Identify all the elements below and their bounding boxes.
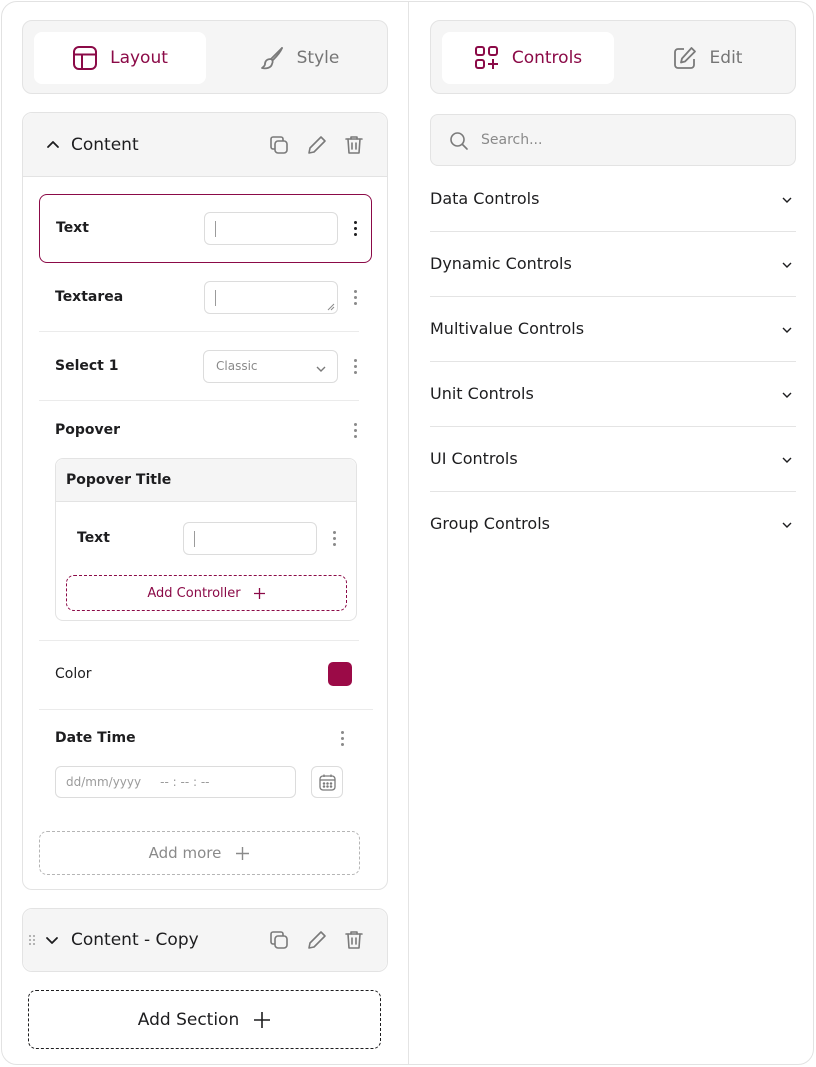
- accordion-data-controls[interactable]: Data Controls: [430, 167, 796, 232]
- more-options-icon[interactable]: [349, 421, 361, 441]
- popover-panel: Popover Title Text Add Controller: [55, 458, 357, 621]
- section-card-content: Content Text Textarea Select 1 Classic P…: [22, 112, 388, 890]
- row-divider: [39, 400, 359, 401]
- accordion-label: Dynamic Controls: [430, 254, 572, 273]
- more-options-icon[interactable]: [349, 219, 361, 239]
- row-divider: [39, 331, 359, 332]
- select-value: Classic: [216, 359, 258, 373]
- textarea-control-label: Textarea: [55, 289, 124, 305]
- plus-icon: [254, 1011, 271, 1028]
- section-header[interactable]: Content - Copy: [23, 909, 387, 971]
- add-section-label: Add Section: [137, 1009, 240, 1030]
- chevron-down-icon: [782, 457, 792, 463]
- left-tabbar: Layout Style: [22, 20, 388, 94]
- select-dropdown[interactable]: Classic: [203, 350, 338, 383]
- accordion-multivalue-controls[interactable]: Multivalue Controls: [430, 297, 796, 362]
- edit-pencil-icon[interactable]: [306, 929, 328, 951]
- chevron-down-icon[interactable]: [41, 929, 63, 951]
- plus-icon: [253, 587, 265, 599]
- datetime-input[interactable]: dd/mm/yyyy -- : -- : --: [55, 766, 296, 798]
- tab-layout[interactable]: Layout: [34, 32, 206, 84]
- chevron-down-icon: [782, 392, 792, 398]
- tab-layout-label: Layout: [110, 48, 168, 68]
- tab-style-label: Style: [296, 48, 340, 68]
- text-input[interactable]: [204, 212, 338, 245]
- search-icon: [450, 132, 468, 150]
- accordion-label: Data Controls: [430, 189, 540, 208]
- edit-icon: [672, 45, 698, 71]
- add-more-label: Add more: [148, 844, 222, 862]
- accordion-label: UI Controls: [430, 449, 518, 468]
- row-divider: [39, 640, 359, 641]
- popover-text-label: Text: [77, 530, 110, 546]
- chevron-down-icon: [782, 197, 792, 203]
- text-control-label: Text: [56, 220, 89, 236]
- chevron-up-icon[interactable]: [42, 134, 64, 156]
- datetime-control-label: Date Time: [55, 730, 136, 746]
- accordion-dynamic-controls[interactable]: Dynamic Controls: [430, 232, 796, 297]
- duplicate-icon[interactable]: [268, 134, 290, 156]
- tab-edit[interactable]: Edit: [621, 32, 793, 84]
- color-swatch[interactable]: [328, 662, 352, 686]
- accordion-label: Multivalue Controls: [430, 319, 585, 338]
- add-controller-label: Add Controller: [147, 585, 241, 601]
- popover-text-input[interactable]: [183, 522, 317, 555]
- more-options-icon[interactable]: [349, 357, 361, 377]
- popover-panel-header: Popover Title: [56, 459, 356, 502]
- edit-pencil-icon[interactable]: [306, 134, 328, 156]
- text-caret: [215, 221, 216, 237]
- add-controller-button[interactable]: Add Controller: [66, 575, 347, 611]
- trash-icon[interactable]: [343, 134, 365, 156]
- trash-icon[interactable]: [343, 929, 365, 951]
- add-more-button[interactable]: Add more: [39, 831, 360, 875]
- accordion-unit-controls[interactable]: Unit Controls: [430, 362, 796, 427]
- popover-title: Popover Title: [66, 472, 172, 488]
- app-frame: Layout Style Content Text Textarea Selec…: [1, 1, 814, 1065]
- search-placeholder: Search...: [481, 132, 543, 148]
- accordion-ui-controls[interactable]: UI Controls: [430, 427, 796, 492]
- calendar-button[interactable]: [311, 766, 343, 798]
- popover-text-caret: [194, 531, 195, 547]
- plus-icon: [236, 846, 250, 860]
- tab-controls-label: Controls: [511, 48, 583, 68]
- add-section-button[interactable]: Add Section: [28, 990, 381, 1049]
- drag-handle-icon[interactable]: [28, 934, 36, 946]
- textarea-caret: [215, 290, 216, 306]
- section-title: Content - Copy: [71, 930, 199, 950]
- accordion-group-controls[interactable]: Group Controls: [430, 492, 796, 557]
- tab-style[interactable]: Style: [213, 32, 385, 84]
- accordion-label: Unit Controls: [430, 384, 534, 403]
- datetime-placeholder: dd/mm/yyyy -- : -- : --: [66, 775, 210, 789]
- section-header[interactable]: Content: [23, 113, 387, 177]
- more-options-icon[interactable]: [336, 729, 348, 749]
- chevron-down-icon: [782, 327, 792, 333]
- panel-divider: [408, 2, 409, 1064]
- chevron-down-icon: [316, 366, 326, 372]
- brush-icon: [259, 45, 285, 71]
- duplicate-icon[interactable]: [268, 929, 290, 951]
- calendar-icon: [319, 774, 336, 791]
- popover-control-label: Popover: [55, 422, 121, 438]
- select-control-label: Select 1: [55, 358, 119, 374]
- resize-handle-icon[interactable]: [327, 303, 335, 311]
- right-tabbar: Controls Edit: [430, 20, 796, 94]
- more-options-icon[interactable]: [328, 529, 340, 549]
- tab-edit-label: Edit: [709, 48, 743, 68]
- section-title: Content: [71, 134, 139, 155]
- chevron-down-icon: [782, 262, 792, 268]
- section-card-content-copy: Content - Copy: [22, 908, 388, 972]
- text-control-row[interactable]: Text: [39, 194, 372, 263]
- color-control-label: Color: [55, 666, 92, 682]
- textarea-input[interactable]: [204, 281, 338, 314]
- chevron-down-icon: [782, 522, 792, 528]
- layout-icon: [72, 45, 98, 71]
- controls-grid-icon: [474, 45, 500, 71]
- accordion-label: Group Controls: [430, 514, 550, 533]
- row-divider: [39, 709, 373, 710]
- tab-controls[interactable]: Controls: [442, 32, 614, 84]
- more-options-icon[interactable]: [349, 288, 361, 308]
- search-field[interactable]: Search...: [430, 114, 796, 166]
